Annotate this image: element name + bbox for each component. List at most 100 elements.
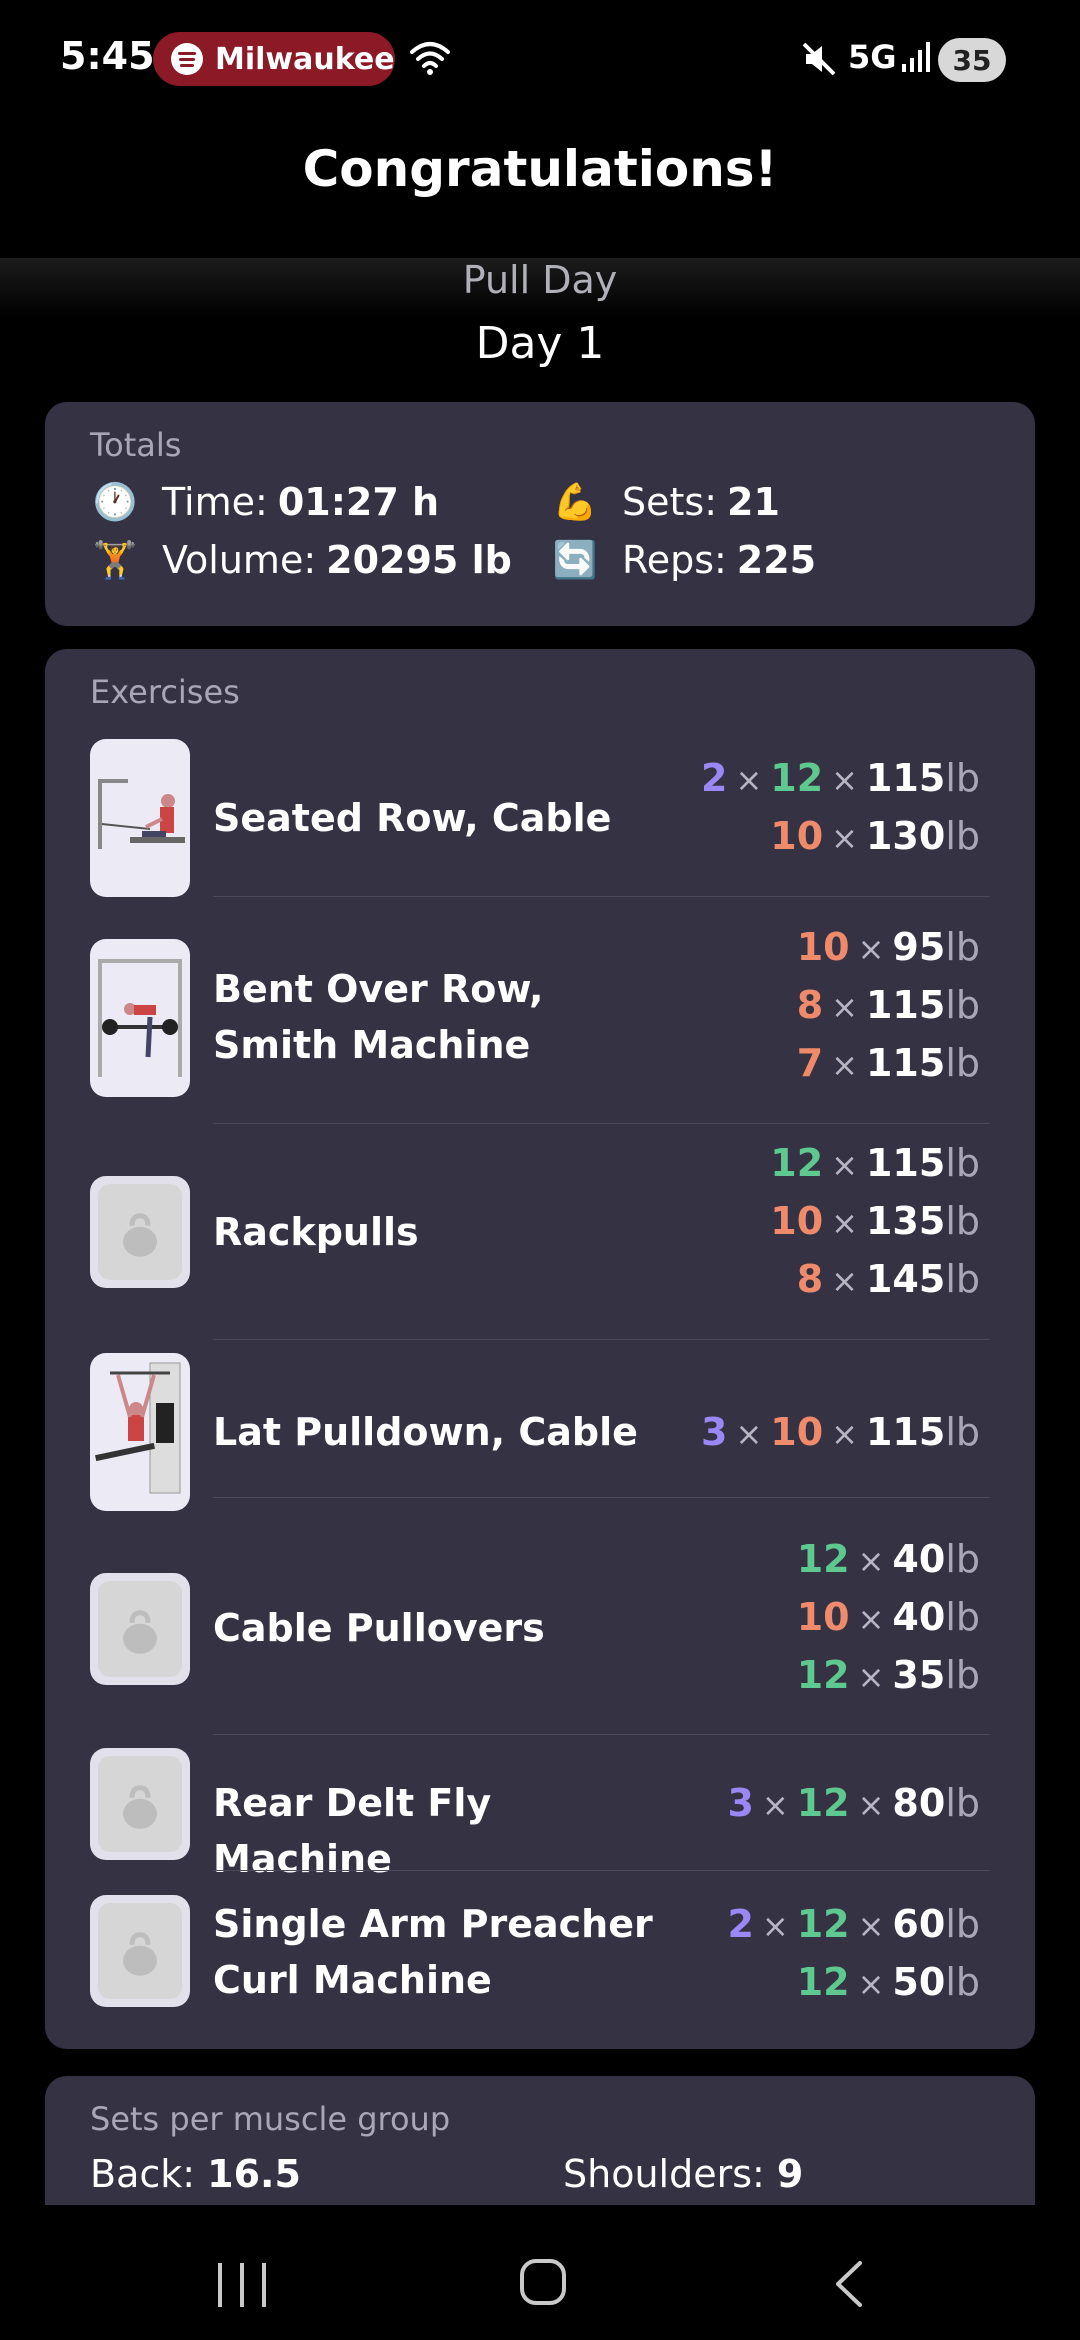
rep-count: 12 bbox=[796, 1781, 850, 1825]
weight-unit: lb bbox=[945, 756, 980, 800]
exercises-card: Exercises Seated Row, Cable 2 × 12 × 115lb 10 ×… bbox=[45, 649, 1035, 2049]
multiply-sign: × bbox=[831, 1415, 858, 1453]
muscle-group-shoulders: Shoulders: 9 bbox=[563, 2152, 803, 2196]
weight-unit: lb bbox=[945, 925, 980, 969]
shoulders-value: 9 bbox=[776, 2152, 804, 2196]
weightlifter-icon: 🏋 bbox=[92, 540, 138, 581]
weight-unit: lb bbox=[945, 1199, 980, 1243]
weight-value: 95 bbox=[892, 925, 946, 969]
set-line: 12 × 35lb bbox=[797, 1647, 980, 1705]
kettlebell-placeholder-icon bbox=[90, 1176, 190, 1288]
flexed-biceps-icon: 💪 bbox=[552, 482, 598, 523]
total-time: 🕐 Time: 01:27 h bbox=[90, 480, 439, 524]
wifi-icon bbox=[410, 42, 450, 75]
multiply-sign: × bbox=[857, 1658, 885, 1696]
weight-unit: lb bbox=[945, 983, 980, 1027]
totals-title: Totals bbox=[90, 426, 182, 464]
set-count: 2 bbox=[701, 756, 728, 800]
page-title: Congratulations! bbox=[302, 140, 778, 198]
system-navigation-bar bbox=[0, 2205, 1080, 2340]
set-line: 2 × 12 × 60lb bbox=[727, 1896, 980, 1954]
weight-value: 80 bbox=[892, 1781, 946, 1825]
exercise-thumbnail bbox=[90, 939, 190, 1097]
rep-count: 10 bbox=[796, 1595, 850, 1639]
sets-label: Sets: bbox=[622, 480, 717, 524]
status-bar: 5:45 Milwaukee 5G 35 bbox=[0, 0, 1080, 120]
exercise-sets: 3 × 10 × 115lb bbox=[701, 1404, 980, 1462]
rep-count: 12 bbox=[770, 756, 824, 800]
multiply-sign: × bbox=[761, 1907, 789, 1945]
rep-count: 10 bbox=[770, 1410, 824, 1454]
multiply-sign: × bbox=[831, 1146, 858, 1184]
multiply-sign: × bbox=[857, 1786, 885, 1824]
weight-unit: lb bbox=[945, 1960, 980, 2004]
set-line: 10 × 40lb bbox=[797, 1589, 980, 1647]
network-type-label: 5G bbox=[848, 38, 897, 76]
sets-value: 21 bbox=[727, 480, 780, 524]
exercise-sets: 2 × 12 × 115lb 10 × 130lb bbox=[701, 750, 980, 866]
weight-value: 115 bbox=[865, 1410, 946, 1454]
set-count: 3 bbox=[701, 1410, 728, 1454]
weight-unit: lb bbox=[945, 814, 980, 858]
kettlebell-placeholder-icon bbox=[90, 1573, 190, 1685]
back-button[interactable] bbox=[830, 2259, 870, 2309]
exercise-name: Lat Pulldown, Cable bbox=[213, 1410, 638, 1454]
weight-unit: lb bbox=[945, 1781, 980, 1825]
total-sets: 💪 Sets: 21 bbox=[550, 480, 780, 524]
spotify-icon bbox=[171, 43, 203, 75]
repeat-icon: 🔄 bbox=[552, 540, 598, 581]
weight-value: 135 bbox=[865, 1199, 946, 1243]
set-line: 12 × 40lb bbox=[797, 1531, 980, 1589]
row-divider bbox=[213, 1339, 990, 1340]
set-line: 3 × 12 × 80lb bbox=[727, 1775, 980, 1833]
weight-unit: lb bbox=[945, 1653, 980, 1697]
total-volume: 🏋 Volume: 20295 lb bbox=[90, 538, 512, 582]
set-line: 12 × 50lb bbox=[727, 1954, 980, 2012]
rep-count: 12 bbox=[796, 1537, 850, 1581]
weight-value: 115 bbox=[865, 756, 946, 800]
muscle-group-back: Back: 16.5 bbox=[90, 2152, 301, 2196]
exercise-sets: 3 × 12 × 80lb bbox=[727, 1775, 980, 1833]
rep-count: 12 bbox=[796, 1960, 850, 2004]
weight-unit: lb bbox=[945, 1410, 980, 1454]
time-label: Time: bbox=[162, 480, 268, 524]
weight-unit: lb bbox=[945, 1537, 980, 1581]
rep-count: 8 bbox=[796, 983, 824, 1027]
exercises-title: Exercises bbox=[90, 673, 240, 711]
spotify-label: Milwaukee bbox=[215, 41, 395, 77]
multiply-sign: × bbox=[831, 1204, 858, 1242]
multiply-sign: × bbox=[831, 988, 858, 1026]
weight-value: 50 bbox=[892, 1960, 946, 2004]
exercise-sets: 12 × 115lb 10 × 135lb 8 × 145lb bbox=[770, 1135, 980, 1309]
set-line: 12 × 115lb bbox=[770, 1135, 980, 1193]
row-divider bbox=[213, 896, 990, 897]
weight-unit: lb bbox=[945, 1902, 980, 1946]
reps-value: 225 bbox=[736, 538, 817, 582]
home-button[interactable] bbox=[520, 2259, 566, 2305]
exercise-thumbnail bbox=[90, 1353, 190, 1511]
set-count: 3 bbox=[727, 1781, 754, 1825]
set-line: 10 × 130lb bbox=[701, 808, 980, 866]
rep-count: 12 bbox=[796, 1653, 850, 1697]
weight-value: 130 bbox=[865, 814, 946, 858]
set-line: 7 × 115lb bbox=[797, 1035, 980, 1093]
row-divider bbox=[213, 1123, 990, 1124]
set-line: 3 × 10 × 115lb bbox=[701, 1404, 980, 1462]
row-divider bbox=[213, 1734, 990, 1735]
volume-label: Volume: bbox=[162, 538, 317, 582]
set-count: 2 bbox=[727, 1902, 754, 1946]
spotify-now-playing-chip[interactable]: Milwaukee bbox=[153, 32, 395, 86]
rep-count: 12 bbox=[770, 1141, 824, 1185]
exercise-name: Cable Pullovers bbox=[213, 1606, 545, 1650]
kettlebell-placeholder-icon bbox=[90, 1895, 190, 2007]
weight-value: 40 bbox=[892, 1537, 946, 1581]
back-label: Back: bbox=[90, 2152, 196, 2196]
weight-value: 115 bbox=[865, 1141, 946, 1185]
row-divider bbox=[213, 1870, 990, 1871]
weight-value: 115 bbox=[865, 1041, 946, 1085]
weight-unit: lb bbox=[945, 1041, 980, 1085]
recent-apps-button[interactable] bbox=[218, 2263, 266, 2307]
set-line: 10 × 135lb bbox=[770, 1193, 980, 1251]
weight-unit: lb bbox=[945, 1257, 980, 1301]
set-line: 10 × 95lb bbox=[797, 919, 980, 977]
